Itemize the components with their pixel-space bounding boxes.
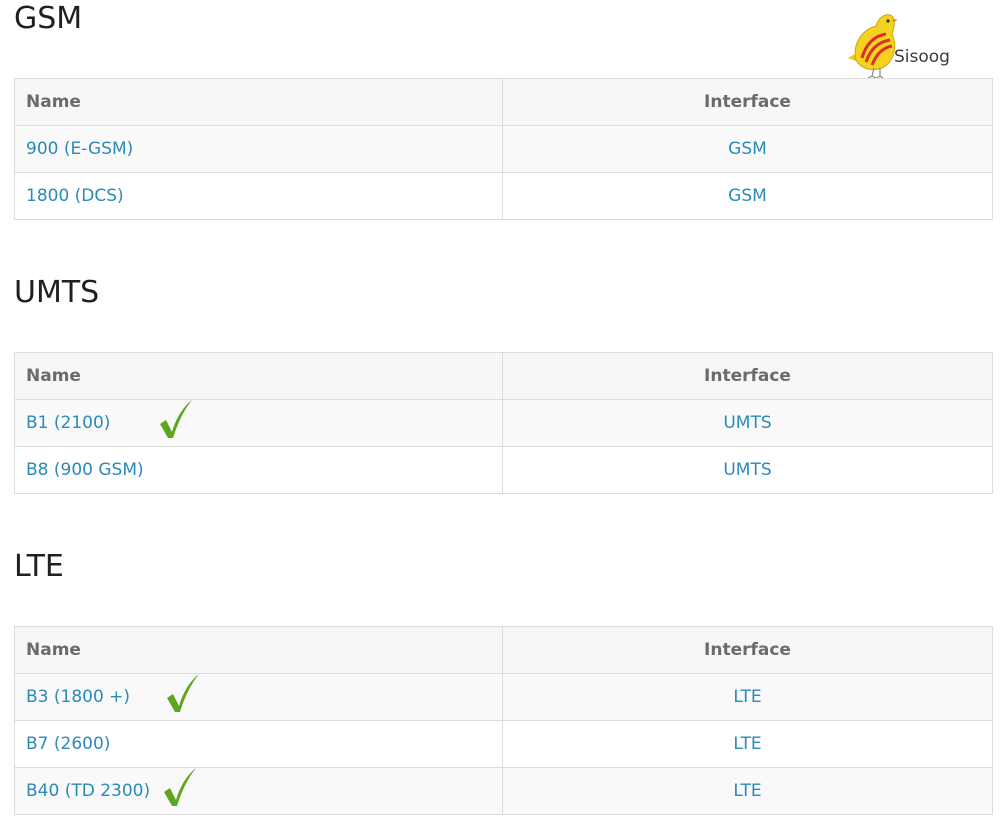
- table-header-row: Name Interface: [14, 352, 993, 400]
- band-name-cell: B40 (TD 2300): [14, 766, 503, 815]
- checkmark-icon: [165, 672, 201, 714]
- table-row: B8 (900 GSM) UMTS: [14, 446, 993, 494]
- band-name-cell: B1 (2100): [14, 398, 503, 447]
- interface-cell: UMTS: [502, 399, 993, 447]
- interface-link[interactable]: LTE: [733, 687, 761, 707]
- band-name-cell: B7 (2600): [14, 720, 503, 768]
- band-name-link[interactable]: B7 (2600): [26, 734, 110, 754]
- band-name-cell: 1800 (DCS): [14, 172, 503, 220]
- column-header-interface[interactable]: Interface: [502, 78, 993, 126]
- interface-link[interactable]: UMTS: [723, 413, 771, 433]
- interface-cell: LTE: [502, 720, 993, 768]
- column-header-name[interactable]: Name: [14, 78, 503, 126]
- band-name-cell: B3 (1800 +): [14, 672, 503, 721]
- interface-cell: LTE: [502, 673, 993, 721]
- table-row: B7 (2600) LTE: [14, 720, 993, 768]
- band-name-link[interactable]: 1800 (DCS): [26, 186, 124, 206]
- sisoog-logo: Sisoog: [842, 8, 958, 82]
- interface-link[interactable]: LTE: [733, 734, 761, 754]
- table-row: 1800 (DCS) GSM: [14, 172, 993, 220]
- table-header-row: Name Interface: [14, 626, 993, 674]
- interface-link[interactable]: GSM: [728, 139, 767, 159]
- interface-cell: GSM: [502, 125, 993, 173]
- band-name-link[interactable]: B1 (2100): [26, 413, 110, 433]
- band-name-link[interactable]: 900 (E-GSM): [26, 139, 133, 159]
- umts-table: Name Interface B1 (2100) UMTS B8 (900 GS…: [14, 352, 993, 494]
- interface-link[interactable]: LTE: [733, 781, 761, 801]
- table-row: B3 (1800 +) LTE: [14, 672, 993, 721]
- checkmark-icon: [162, 766, 198, 808]
- table-header-row: Name Interface: [14, 78, 993, 126]
- section-title-lte: LTE: [14, 549, 64, 584]
- band-name-link[interactable]: B8 (900 GSM): [26, 460, 144, 480]
- table-row: 900 (E-GSM) GSM: [14, 125, 993, 173]
- checkmark-icon: [158, 398, 194, 440]
- band-name-link[interactable]: B40 (TD 2300): [26, 781, 150, 801]
- column-header-name[interactable]: Name: [14, 626, 503, 674]
- lte-table: Name Interface B3 (1800 +) LTE B7 (2600)…: [14, 626, 993, 815]
- column-header-name[interactable]: Name: [14, 352, 503, 400]
- interface-cell: LTE: [502, 767, 993, 815]
- table-row: B1 (2100) UMTS: [14, 398, 993, 447]
- bird-logo-icon: Sisoog: [848, 14, 950, 79]
- band-name-cell: 900 (E-GSM): [14, 125, 503, 173]
- column-header-interface[interactable]: Interface: [502, 626, 993, 674]
- svg-text:Sisoog: Sisoog: [894, 47, 950, 67]
- interface-cell: GSM: [502, 172, 993, 220]
- table-row: B40 (TD 2300) LTE: [14, 766, 993, 815]
- interface-link[interactable]: GSM: [728, 186, 767, 206]
- column-header-interface[interactable]: Interface: [502, 352, 993, 400]
- section-title-umts: UMTS: [14, 275, 100, 310]
- section-title-gsm: GSM: [14, 1, 83, 36]
- gsm-table: Name Interface 900 (E-GSM) GSM 1800 (DCS…: [14, 78, 993, 220]
- band-name-link[interactable]: B3 (1800 +): [26, 687, 130, 707]
- interface-cell: UMTS: [502, 446, 993, 494]
- band-name-cell: B8 (900 GSM): [14, 446, 503, 494]
- interface-link[interactable]: UMTS: [723, 460, 771, 480]
